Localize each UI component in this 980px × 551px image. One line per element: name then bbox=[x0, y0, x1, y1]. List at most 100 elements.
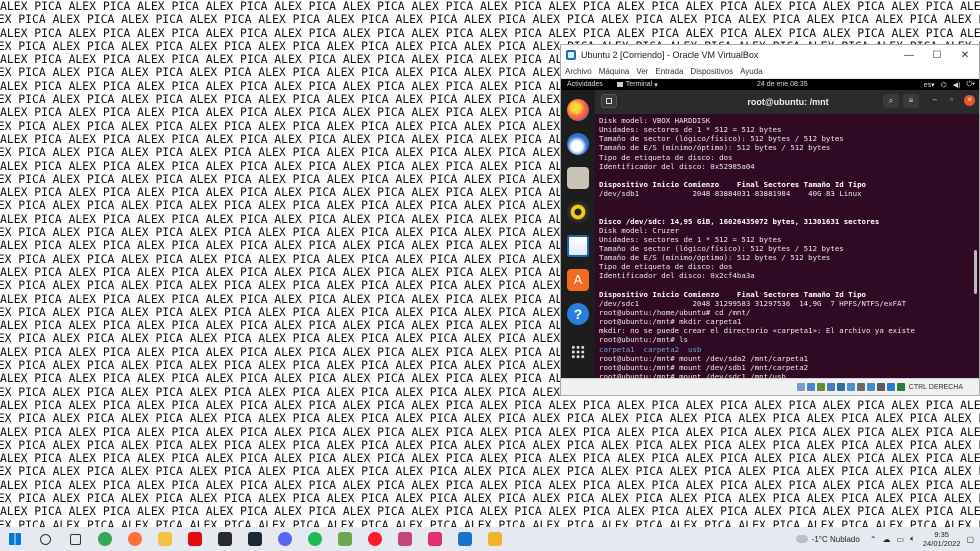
terminal-window[interactable]: root@ubuntu: /mnt ⌕ ≡ – ▫ ✕ Disk model: … bbox=[595, 90, 979, 381]
weather-icon bbox=[795, 535, 808, 543]
wallpaper-text-row: ALEX PICA ALEX PICA ALEX PICA ALEX PICA … bbox=[0, 12, 980, 27]
terminal-maximize-button[interactable]: ▫ bbox=[950, 95, 953, 104]
taskbar-steam[interactable] bbox=[240, 527, 270, 551]
close-button[interactable]: ✕ bbox=[951, 50, 979, 61]
power-icon: ⏻▾ bbox=[966, 80, 975, 88]
terminal-title: root@ubuntu: /mnt bbox=[747, 97, 829, 107]
notifications-icon[interactable]: ▢ bbox=[966, 535, 974, 544]
taskbar-spotify[interactable] bbox=[300, 527, 330, 551]
firefox-icon bbox=[128, 532, 142, 546]
keyboard-layout[interactable]: es▾ bbox=[924, 81, 935, 89]
audio-status-icon[interactable] bbox=[816, 383, 825, 391]
menu-archivo[interactable]: Archivo bbox=[565, 67, 592, 76]
wallpaper-text-row: ALEX PICA ALEX PICA ALEX PICA ALEX PICA … bbox=[0, 517, 980, 527]
terminal-menu-button[interactable]: ≡ bbox=[903, 94, 919, 108]
ubuntu-dock: A ? bbox=[561, 90, 595, 381]
taskbar-search[interactable] bbox=[30, 527, 60, 551]
virtualbox-window[interactable]: Ubuntu 2 [Corriendo] - Oracle VM Virtual… bbox=[560, 44, 980, 396]
taskbar-firefox[interactable] bbox=[120, 527, 150, 551]
terminal-line: /dev/sdb1 2048 83884031 83881984 40G 83 … bbox=[599, 189, 862, 199]
usb-status-icon[interactable] bbox=[836, 383, 845, 391]
terminal-scrollbar[interactable] bbox=[974, 250, 977, 294]
dock-software[interactable]: A bbox=[566, 268, 590, 292]
mouse-integration-icon[interactable] bbox=[886, 383, 895, 391]
chrome-icon bbox=[98, 532, 112, 546]
activities-button[interactable]: Actividades bbox=[567, 81, 603, 88]
menu-ayuda[interactable]: Ayuda bbox=[740, 67, 763, 76]
dock-files[interactable] bbox=[566, 166, 590, 190]
terminal-line: root@ubuntu:/home/ubuntu# cd /mnt/ bbox=[599, 307, 751, 317]
terminal-line: Tipo de etiqueta de disco: dos bbox=[599, 262, 733, 272]
dock-show-apps[interactable] bbox=[566, 340, 590, 364]
terminal-line: Dispositivo Inicio Comienzo Final Sector… bbox=[599, 179, 866, 189]
network-icon[interactable]: ▭ bbox=[897, 535, 905, 544]
discord-icon bbox=[278, 532, 292, 546]
taskbar-clock[interactable]: 9:35 24/01/2022 bbox=[923, 530, 961, 548]
terminal-line: Dispositivo Inicio Comienzo Final Sector… bbox=[599, 289, 866, 299]
volume-icon: ◀) bbox=[952, 81, 961, 89]
recording-status-icon[interactable] bbox=[866, 383, 875, 391]
guest-display[interactable]: Actividades Terminal ▾ 24 de ene 08:35 e… bbox=[561, 79, 979, 381]
taskbar-task-view[interactable] bbox=[60, 527, 90, 551]
wallpaper-text-row: ALEX PICA ALEX PICA ALEX PICA ALEX PICA … bbox=[0, 25, 980, 40]
terminal-line: root@ubuntu:/mnt# mount /dev/sda2 /mnt/c… bbox=[599, 353, 809, 363]
cloud-icon[interactable]: ☁ bbox=[883, 535, 891, 544]
steam-icon bbox=[248, 532, 262, 546]
dock-thunderbird[interactable] bbox=[566, 132, 590, 156]
menu-maquina[interactable]: Máquina bbox=[599, 67, 630, 76]
taskbar-epic-games[interactable] bbox=[210, 527, 240, 551]
ubuntu-clock[interactable]: 24 de ene 08:35 bbox=[757, 81, 808, 88]
maximize-button[interactable]: ☐ bbox=[923, 50, 951, 61]
taskbar-instagram[interactable] bbox=[420, 527, 450, 551]
chevron-up-icon[interactable]: ⌃ bbox=[870, 535, 877, 544]
shared-folders-status-icon[interactable] bbox=[846, 383, 855, 391]
terminal-close-button[interactable]: ✕ bbox=[964, 95, 975, 106]
network-status-icon[interactable] bbox=[826, 383, 835, 391]
host-key-label: CTRL DERECHA bbox=[908, 383, 963, 391]
terminal-minimize-button[interactable]: – bbox=[933, 95, 937, 104]
minimize-button[interactable]: — bbox=[895, 50, 923, 61]
vbox-titlebar[interactable]: Ubuntu 2 [Corriendo] - Oracle VM Virtual… bbox=[561, 45, 979, 65]
vbox-window-title: Ubuntu 2 [Corriendo] - Oracle VM Virtual… bbox=[581, 50, 759, 60]
netflix-icon bbox=[188, 532, 202, 546]
dock-help[interactable]: ? bbox=[566, 302, 590, 326]
windows-taskbar: -1°C Nublado ⌃ ☁ ▭ 🔈︎ 9:35 24/01/2022 ▢ bbox=[0, 527, 980, 551]
epic-games-icon bbox=[218, 532, 232, 546]
dock-firefox[interactable] bbox=[566, 98, 590, 122]
dock-writer[interactable] bbox=[566, 234, 590, 258]
taskbar-netflix[interactable] bbox=[180, 527, 210, 551]
dock-rhythmbox[interactable] bbox=[566, 200, 590, 224]
keyboard-capture-icon[interactable] bbox=[896, 383, 905, 391]
taskbar-virtualbox[interactable] bbox=[450, 527, 480, 551]
taskbar-minecraft[interactable] bbox=[330, 527, 360, 551]
taskbar-time: 9:35 bbox=[934, 530, 949, 539]
taskbar-apps bbox=[0, 527, 510, 551]
ubuntu-tray[interactable]: es▾ ⌬ ◀) ⏻▾ bbox=[924, 81, 975, 89]
display-status-icon[interactable] bbox=[856, 383, 865, 391]
terminal-output[interactable]: Disk model: VBOX HARDDISK Unidades: secto… bbox=[599, 116, 963, 381]
virtualbox-icon bbox=[458, 532, 472, 546]
terminal-app-menu[interactable]: Terminal ▾ bbox=[616, 81, 658, 89]
spotify-icon bbox=[308, 532, 322, 546]
menu-dispositivos[interactable]: Dispositivos bbox=[690, 67, 733, 76]
hdd-status-icon[interactable] bbox=[796, 383, 805, 391]
weather-text[interactable]: -1°C Nublado bbox=[812, 535, 860, 544]
terminal-line: Unidades: sectores de 1 * 512 = 512 byte… bbox=[599, 125, 782, 135]
taskbar-opera[interactable] bbox=[360, 527, 390, 551]
terminal-line: Disk model: Cruzer bbox=[599, 225, 680, 235]
menu-entrada[interactable]: Entrada bbox=[655, 67, 683, 76]
taskbar-chrome[interactable] bbox=[90, 527, 120, 551]
menu-ver[interactable]: Ver bbox=[636, 67, 648, 76]
taskbar-file-explorer[interactable] bbox=[150, 527, 180, 551]
volume-icon[interactable]: 🔈︎ bbox=[910, 534, 915, 544]
terminal-search-button[interactable]: ⌕ bbox=[883, 94, 899, 108]
taskbar-discord[interactable] bbox=[270, 527, 300, 551]
cpu-status-icon[interactable] bbox=[876, 383, 885, 391]
taskbar-file-app[interactable] bbox=[480, 527, 510, 551]
taskbar-windows-start[interactable] bbox=[0, 527, 30, 551]
taskbar-game-app[interactable] bbox=[390, 527, 420, 551]
optical-status-icon[interactable] bbox=[806, 383, 815, 391]
